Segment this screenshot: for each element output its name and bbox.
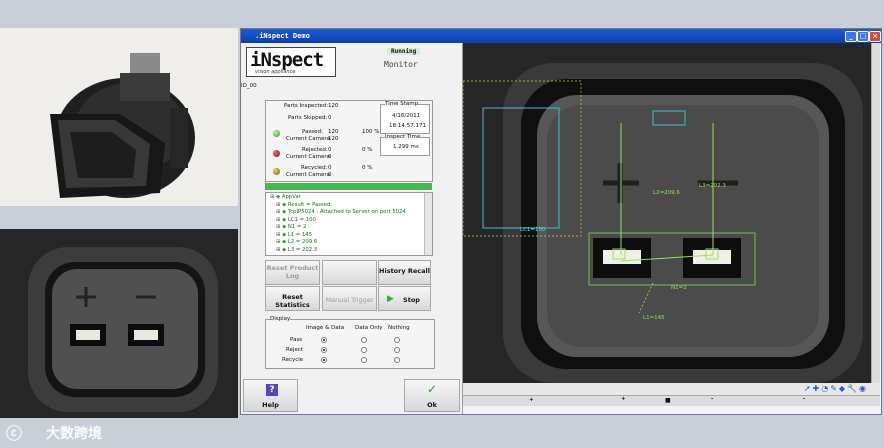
inspect-time-box: Inspect Time 1.299 ms bbox=[380, 134, 430, 156]
pass-nothing-radio[interactable] bbox=[394, 337, 400, 343]
manual-trigger-button[interactable]: Manual Trigger bbox=[322, 286, 377, 311]
window-title: .iNspect Demo bbox=[255, 32, 310, 40]
reset-statistics-button[interactable]: Reset Statistics bbox=[265, 286, 320, 311]
help-icon: ? bbox=[266, 384, 278, 396]
reject-nothing-radio[interactable] bbox=[394, 347, 400, 353]
tree-item[interactable]: ⊞ ◆ LC1 = 100 bbox=[276, 217, 316, 223]
ok-button[interactable]: ✓ Ok bbox=[404, 379, 460, 412]
tree-item[interactable]: ⊞ ◆ L2 = 209.6 bbox=[276, 239, 317, 245]
overlay-lc1: LC1=100 bbox=[520, 227, 546, 233]
pass-image-data-radio[interactable] bbox=[321, 337, 327, 343]
overlay-n1: N1=2 bbox=[671, 285, 687, 291]
camera-view[interactable]: LC1=100 L2=209.6 L3=202.3 N1=2 L1=145 bbox=[463, 43, 880, 383]
inspect-window: .iNspect Demo _ □ × iNspect vision appli… bbox=[240, 28, 882, 415]
overlay-l3: L3=202.3 bbox=[699, 183, 726, 189]
play-icon: ▶ bbox=[387, 294, 394, 304]
mode-label: Monitor bbox=[384, 60, 418, 69]
title-bar: .iNspect Demo _ □ × bbox=[241, 29, 881, 43]
connector-closeup-photo bbox=[0, 229, 238, 418]
timestamp-box: Time Stamp 4/16/2011 18:14:57.171 bbox=[380, 101, 430, 134]
minimize-button[interactable]: _ bbox=[845, 31, 857, 42]
tree-item[interactable]: ⊞ ◆ Result = Passed bbox=[276, 202, 330, 208]
tree-item[interactable]: ⊞ ◆ L1 = 145 bbox=[276, 232, 312, 238]
control-panel: iNspect vision appliance Running Monitor… bbox=[241, 43, 463, 414]
tree-item[interactable]: ⊞ ◆ N1 = 2 bbox=[276, 224, 306, 230]
view-vertical-scrollbar[interactable] bbox=[871, 43, 880, 383]
camera-id: ID_00 bbox=[241, 83, 257, 89]
overlay-l1: L1=145 bbox=[643, 315, 665, 321]
reject-indicator-icon bbox=[273, 150, 280, 157]
maximize-button[interactable]: □ bbox=[857, 31, 869, 42]
display-options: Display Image & Data Data Only Nothing P… bbox=[265, 316, 435, 369]
progress-bar bbox=[265, 183, 432, 190]
tree-item[interactable]: ⊞ ◆ AppVar bbox=[270, 194, 301, 200]
recycle-data-only-radio[interactable] bbox=[361, 357, 367, 363]
stats-panel: Parts Inspected: 120 Parts Skipped: 0 Pa… bbox=[265, 100, 433, 182]
recycle-image-data-radio[interactable] bbox=[321, 357, 327, 363]
watermark-logo-icon: ⓒ bbox=[6, 424, 23, 443]
view-toolbar: ➚✚◔✎◆🔧◉ bbox=[463, 383, 880, 395]
overlay-l2: L2=209.6 bbox=[653, 190, 680, 196]
close-button[interactable]: × bbox=[869, 31, 881, 42]
inspect-logo: iNspect vision appliance bbox=[246, 47, 336, 77]
check-icon: ✓ bbox=[427, 382, 438, 396]
recycle-indicator-icon bbox=[273, 168, 280, 175]
variables-tree[interactable]: ⊞ ◆ AppVar ⊞ ◆ Result = Passed ⊞ ◆ TcpIP50… bbox=[265, 192, 433, 256]
reject-image-data-radio[interactable] bbox=[321, 347, 327, 353]
pass-data-only-radio[interactable] bbox=[361, 337, 367, 343]
view-horizontal-scrollbar[interactable]: + + ■ - - bbox=[463, 395, 880, 406]
history-recall-button[interactable]: History Recall bbox=[378, 260, 431, 285]
tree-item[interactable]: ⊞ ◆ L3 = 202.3 bbox=[276, 247, 317, 253]
recycle-nothing-radio[interactable] bbox=[394, 357, 400, 363]
help-button[interactable]: ? Help bbox=[243, 379, 298, 412]
tree-scrollbar[interactable] bbox=[424, 193, 432, 255]
status-running: Running bbox=[387, 48, 421, 55]
reset-product-log-button[interactable]: Reset Product Log bbox=[265, 260, 320, 285]
tree-item[interactable]: ⊞ ◆ TcpIP5024 : Attached to Server on po… bbox=[276, 209, 406, 215]
reject-data-only-radio[interactable] bbox=[361, 347, 367, 353]
watermark: ⓒ 大数跨境 bbox=[6, 420, 136, 444]
horn-photo bbox=[0, 28, 238, 206]
annotation-tools-icon[interactable]: ➚✚◔✎◆🔧◉ bbox=[804, 384, 868, 393]
stop-button[interactable]: ▶ Stop bbox=[378, 286, 431, 311]
blank-button[interactable] bbox=[322, 260, 377, 285]
pass-indicator-icon bbox=[273, 130, 280, 137]
